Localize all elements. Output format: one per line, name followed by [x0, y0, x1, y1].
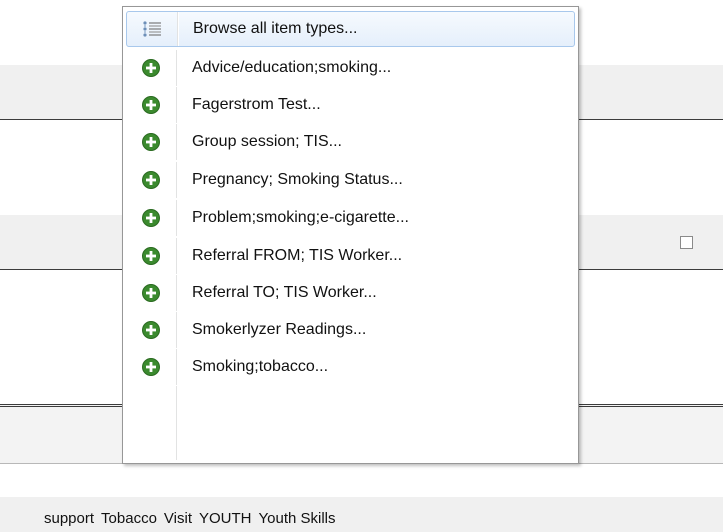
menu-item-fagerstrom-test[interactable]: Fagerstrom Test... — [126, 87, 575, 123]
menu-item-label: Smokerlyzer Readings... — [192, 321, 367, 338]
add-circle-icon — [142, 358, 160, 376]
tag-item[interactable]: Visit — [164, 510, 192, 527]
menu-item-label: Browse all item types... — [193, 20, 358, 37]
menu-item-label: Referral TO; TIS Worker... — [192, 284, 377, 301]
menu-item-group-session[interactable]: Group session; TIS... — [126, 124, 575, 160]
menu-item-pregnancy-smoking-status[interactable]: Pregnancy; Smoking Status... — [126, 162, 575, 198]
menu-item-problem-smoking-ecigarette[interactable]: Problem;smoking;e-cigarette... — [126, 200, 575, 236]
menu-item-label: Fagerstrom Test... — [192, 96, 321, 113]
add-circle-icon — [142, 209, 160, 227]
menu-item-advice-education[interactable]: Advice/education;smoking... — [126, 50, 575, 86]
add-circle-icon — [142, 96, 160, 114]
menu-item-label: Group session; TIS... — [192, 133, 342, 150]
tag-item[interactable]: support — [44, 510, 94, 527]
menu-item-label: Pregnancy; Smoking Status... — [192, 171, 403, 188]
menu-item-label: Referral FROM; TIS Worker... — [192, 247, 403, 264]
add-item-dropdown-menu: Browse all item types... Advice/educatio… — [122, 6, 579, 464]
menu-item-browse-all[interactable]: Browse all item types... — [126, 11, 575, 47]
tag-item[interactable]: YOUTH — [199, 510, 252, 527]
menu-item-referral-to[interactable]: Referral TO; TIS Worker... — [126, 275, 575, 311]
add-circle-icon — [142, 133, 160, 151]
add-circle-icon — [142, 171, 160, 189]
list-icon — [143, 21, 161, 37]
tag-item[interactable]: Tobacco — [101, 510, 157, 527]
add-circle-icon — [142, 321, 160, 339]
tag-item[interactable]: Youth Skills — [259, 510, 336, 527]
menu-icon-gutter — [126, 386, 177, 460]
menu-item-referral-from[interactable]: Referral FROM; TIS Worker... — [126, 238, 575, 274]
add-circle-icon — [142, 284, 160, 302]
menu-item-smoking-tobacco[interactable]: Smoking;tobacco... — [126, 349, 575, 385]
menu-item-smokerlyzer-readings[interactable]: Smokerlyzer Readings... — [126, 312, 575, 348]
add-circle-icon — [142, 247, 160, 265]
menu-item-label: Advice/education;smoking... — [192, 59, 392, 76]
tag-list: support Tobacco Visit YOUTH Youth Skills — [44, 510, 336, 527]
add-circle-icon — [142, 59, 160, 77]
menu-item-label: Smoking;tobacco... — [192, 358, 329, 375]
checkbox[interactable] — [680, 236, 693, 249]
menu-item-label: Problem;smoking;e-cigarette... — [192, 209, 409, 226]
